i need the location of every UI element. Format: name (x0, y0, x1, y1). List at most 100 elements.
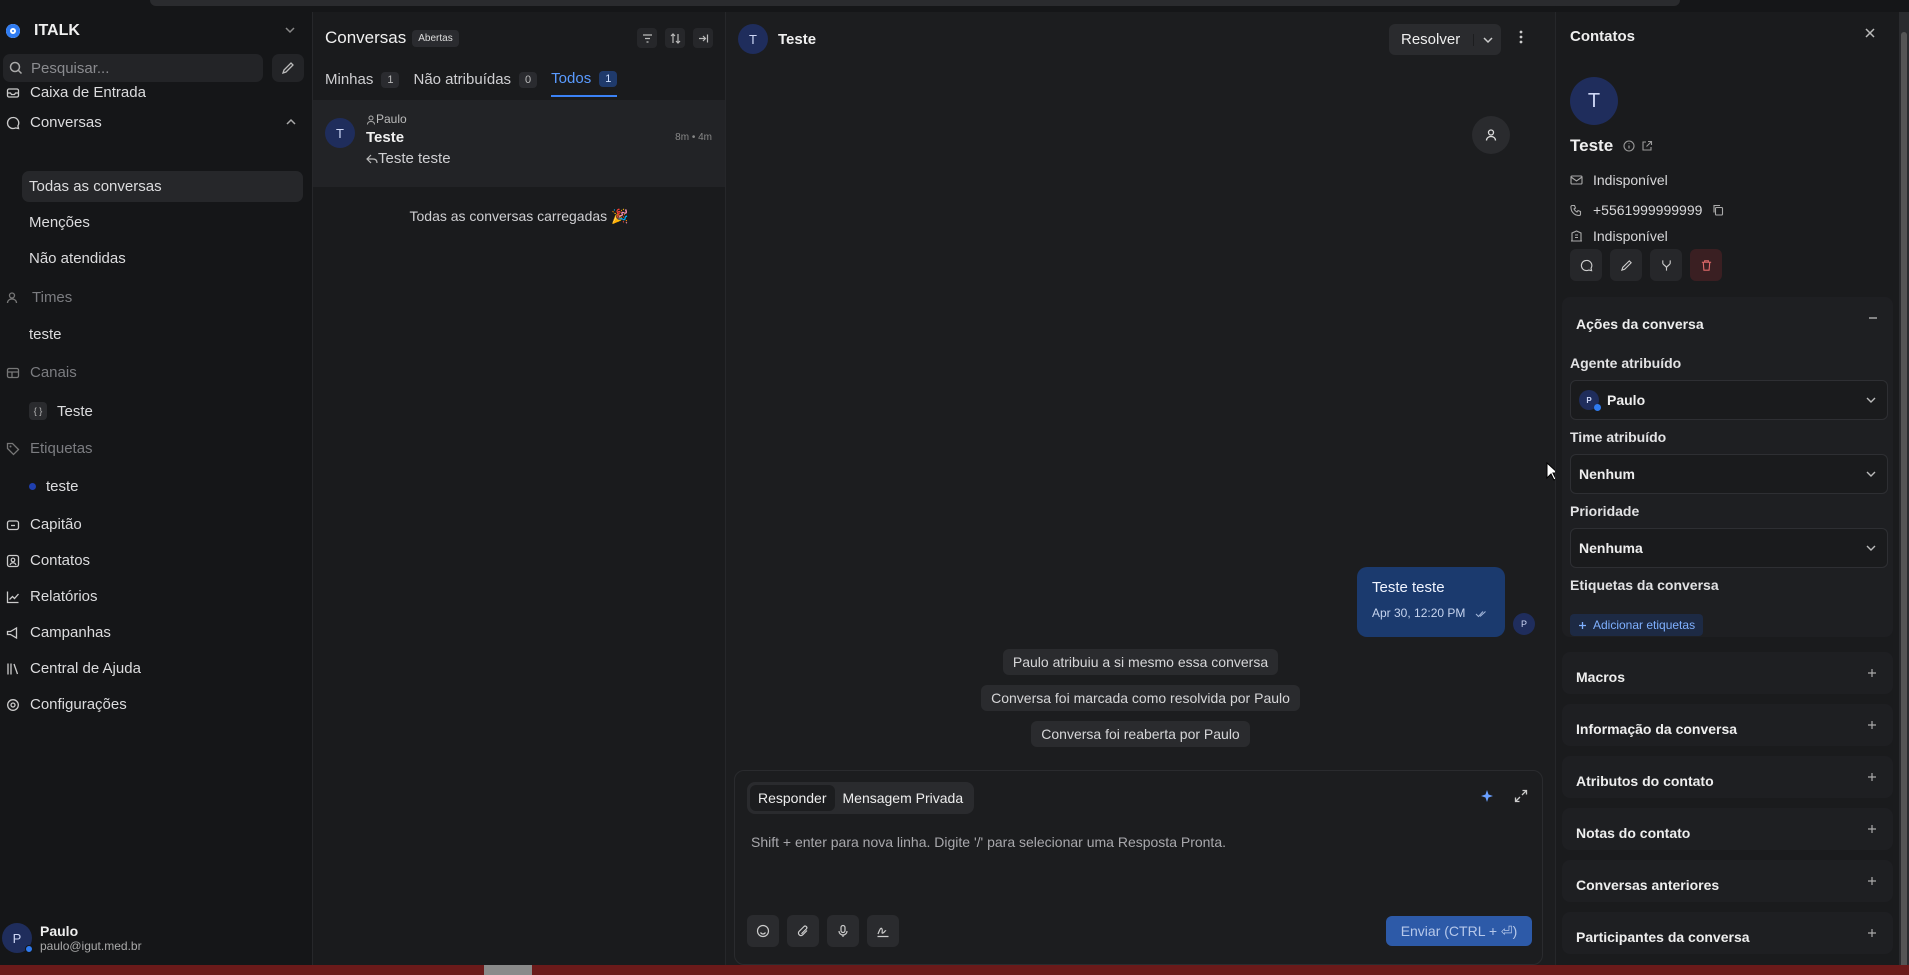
external-link-icon[interactable] (1641, 140, 1653, 152)
microphone-icon (836, 924, 850, 938)
more-vertical-icon[interactable] (1519, 30, 1523, 44)
plus-icon (1578, 621, 1587, 630)
new-message-button[interactable] (1570, 249, 1602, 281)
section-title[interactable]: Informação da conversa (1576, 721, 1737, 737)
sidebar-item-settings[interactable]: Configurações (6, 696, 127, 713)
section-title[interactable]: Atributos do contato (1576, 773, 1714, 789)
section-title[interactable]: Conversas anteriores (1576, 877, 1719, 893)
plus-icon[interactable] (1867, 876, 1877, 886)
add-labels-button[interactable]: Adicionar etiquetas (1570, 614, 1704, 636)
sidebar-item-label: teste (46, 478, 79, 495)
sidebar-item-unattended[interactable]: Não atendidas (29, 250, 126, 267)
tab-private-note[interactable]: Mensagem Privada (835, 785, 972, 811)
plus-icon[interactable] (1867, 720, 1877, 730)
arrow-right-to-line-icon (698, 33, 709, 44)
expand-icon[interactable] (1514, 789, 1528, 803)
section-title[interactable]: Notas do contato (1576, 825, 1690, 841)
tab-unassigned[interactable]: Não atribuídas 0 (413, 70, 538, 97)
sidebar-item-mentions[interactable]: Menções (29, 214, 90, 231)
agent-select[interactable]: P Paulo (1570, 380, 1888, 420)
conversation-time: 8m • 4m (675, 132, 712, 143)
priority-select[interactable]: Nenhuma (1570, 528, 1888, 568)
sidebar-item-all-conversations[interactable]: Todas as conversas (29, 178, 162, 195)
chevron-down-icon (1865, 468, 1877, 480)
paperclip-icon (796, 924, 810, 938)
user-profile[interactable]: P Paulo paulo@igut.med.br (2, 923, 142, 953)
taskbar-item[interactable] (484, 965, 532, 975)
copy-icon[interactable] (1712, 204, 1724, 216)
tab-mine[interactable]: Minhas 1 (325, 70, 400, 97)
section-title[interactable]: Participantes da conversa (1576, 929, 1750, 945)
pencil-icon (1620, 259, 1633, 272)
send-button[interactable]: Enviar (CTRL + ⏎) (1386, 916, 1532, 946)
message-meta: Apr 30, 12:20 PM (1372, 606, 1490, 620)
sidebar-item-captain[interactable]: Capitão (6, 516, 82, 533)
tab-count: 1 (381, 71, 400, 88)
chevron-up-icon[interactable] (285, 116, 297, 128)
plus-icon[interactable] (1867, 772, 1877, 782)
compose-button[interactable] (272, 54, 304, 82)
chevron-down-icon[interactable] (284, 24, 296, 36)
filter-button[interactable] (637, 28, 657, 48)
avatar: P (1579, 390, 1601, 411)
sidebar-item-contacts[interactable]: Contatos (6, 552, 90, 569)
signature-button[interactable] (867, 915, 899, 947)
tab-reply[interactable]: Responder (750, 785, 835, 811)
sidebar-section-channels[interactable]: Canais (6, 364, 77, 381)
sidebar-item-inbox[interactable]: Caixa de Entrada (6, 84, 146, 101)
sidebar-item-team[interactable]: teste (29, 326, 62, 343)
message-bubble[interactable]: Teste teste Apr 30, 12:20 PM (1357, 567, 1505, 637)
sidebar-item-help-center[interactable]: Central de Ajuda (6, 660, 141, 677)
chevron-down-icon[interactable] (1473, 33, 1501, 46)
sidebar-section-teams[interactable]: Times (6, 289, 72, 306)
priority-value: Nenhuma (1579, 540, 1643, 556)
sparkles-icon[interactable] (1480, 789, 1494, 803)
sidebar-item-conversations[interactable]: Conversas (6, 114, 102, 131)
bot-icon (6, 518, 20, 532)
attach-button[interactable] (787, 915, 819, 947)
plus-icon[interactable] (1867, 824, 1877, 834)
section-title[interactable]: Ações da conversa (1576, 316, 1704, 332)
section-title[interactable]: Macros (1576, 669, 1625, 685)
avatar: P (2, 923, 33, 953)
contact-panel-toggle-button[interactable] (1472, 116, 1510, 154)
message-input[interactable]: Shift + enter para nova linha. Digite '/… (751, 834, 1226, 850)
sidebar-item-reports[interactable]: Relatórios (6, 588, 98, 605)
sidebar-item-label: Teste (57, 402, 93, 420)
chat-title[interactable]: Teste (778, 31, 816, 48)
sidebar-item-channel[interactable]: { } Teste (29, 402, 93, 420)
collapse-button[interactable] (693, 28, 713, 48)
emoji-button[interactable] (747, 915, 779, 947)
edit-contact-button[interactable] (1610, 249, 1642, 281)
tab-count: 0 (519, 71, 538, 88)
search-input[interactable]: Pesquisar... (3, 54, 263, 82)
scrollbar[interactable] (1899, 12, 1909, 972)
sidebar-item-campaigns[interactable]: Campanhas (6, 624, 111, 641)
audio-button[interactable] (827, 915, 859, 947)
plus-icon[interactable] (1867, 668, 1877, 678)
brand-logo-icon (6, 24, 20, 38)
close-icon[interactable] (1864, 27, 1876, 39)
resolve-button[interactable]: Resolver (1389, 24, 1501, 55)
activity-text: Conversa foi reaberta por Paulo (1031, 721, 1250, 747)
delete-contact-button[interactable] (1690, 249, 1722, 281)
conversation-list-panel: Conversas Abertas Minhas 1 Não atribuídas… (313, 12, 726, 965)
brand[interactable]: ITALK (6, 22, 80, 40)
avatar[interactable]: T (738, 24, 768, 54)
plus-icon[interactable] (1867, 928, 1877, 938)
merge-contact-button[interactable] (1650, 249, 1682, 281)
sidebar-section-labels[interactable]: Etiquetas (6, 440, 93, 457)
message-time: Apr 30, 12:20 PM (1372, 606, 1466, 620)
conversation-item[interactable]: T Paulo Teste Teste teste 8m • 4m (313, 100, 725, 187)
tab-all[interactable]: Todos 1 (551, 70, 618, 97)
reply-icon (366, 154, 378, 164)
minus-icon[interactable] (1867, 312, 1879, 324)
user-icon (1484, 128, 1498, 142)
info-icon[interactable] (1623, 140, 1635, 152)
team-select[interactable]: Nenhum (1570, 454, 1888, 494)
status-badge[interactable]: Abertas (412, 29, 459, 47)
chart-icon (6, 590, 20, 604)
scrollbar-thumb[interactable] (1901, 32, 1907, 972)
sidebar-item-label-teste[interactable]: teste (29, 478, 79, 495)
sort-button[interactable] (665, 28, 685, 48)
